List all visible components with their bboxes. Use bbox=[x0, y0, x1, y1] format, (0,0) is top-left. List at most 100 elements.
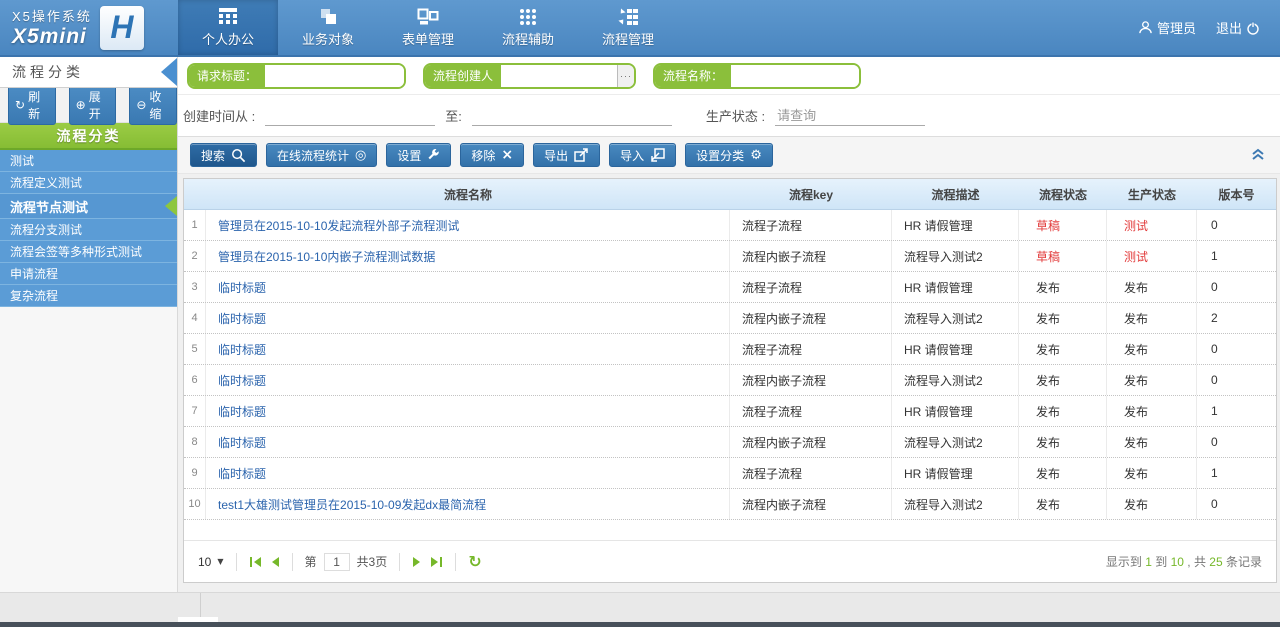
remove-button[interactable]: 移除 × bbox=[460, 143, 524, 167]
refresh-button[interactable]: ↻ 刷新 bbox=[8, 85, 56, 125]
user-icon bbox=[1138, 19, 1153, 37]
process-name-link[interactable]: 临时标题 bbox=[206, 396, 730, 426]
tab-process-assist[interactable]: 流程辅助 bbox=[478, 0, 578, 55]
user-area: 管理员 退出 bbox=[1138, 0, 1280, 55]
row-index: 3 bbox=[184, 272, 206, 302]
current-user[interactable]: 管理员 bbox=[1138, 18, 1196, 37]
process-name-link[interactable]: 临时标题 bbox=[206, 334, 730, 364]
col-version: 版本号 bbox=[1197, 186, 1276, 203]
logout-label: 退出 bbox=[1216, 18, 1242, 37]
process-desc-cell: 流程导入测试2 bbox=[892, 303, 1019, 333]
process-status-cell: 草稿 bbox=[1019, 210, 1107, 240]
table-row[interactable]: 8 临时标题 流程内嵌子流程 流程导入测试2 发布 发布 0 bbox=[184, 427, 1276, 458]
x5mini-app: X5操作系统 X5mini H 个人办公 业务对象 表单管理 流程辅助 流程管理… bbox=[0, 0, 1280, 627]
import-icon bbox=[650, 148, 665, 162]
tab-process-management[interactable]: 流程管理 bbox=[578, 0, 678, 55]
sidebar-collapse-arrow-icon[interactable] bbox=[161, 58, 177, 86]
process-key-cell: 流程内嵌子流程 bbox=[730, 365, 892, 395]
row-index: 6 bbox=[184, 365, 206, 395]
table-row[interactable]: 6 临时标题 流程内嵌子流程 流程导入测试2 发布 发布 0 bbox=[184, 365, 1276, 396]
process-desc-cell: HR 请假管理 bbox=[892, 272, 1019, 302]
row-index: 10 bbox=[184, 489, 206, 519]
left-sidebar: 流程分类 ↻ 刷新 ⊕ 展开 ⊖ 收缩 流程分类 测试 流程定义测试 流程节点测… bbox=[0, 57, 178, 592]
production-status-input[interactable] bbox=[775, 106, 925, 126]
sidebar-item[interactable]: 申请流程 bbox=[0, 263, 177, 285]
search-icon bbox=[231, 148, 246, 163]
table-row[interactable]: 5 临时标题 流程子流程 HR 请假管理 发布 发布 0 bbox=[184, 334, 1276, 365]
process-name-link[interactable]: 临时标题 bbox=[206, 427, 730, 457]
production-status-cell: 发布 bbox=[1107, 489, 1197, 519]
process-status-cell: 发布 bbox=[1019, 458, 1107, 488]
sidebar-item[interactable]: 流程会签等多种形式测试 bbox=[0, 241, 177, 263]
process-key-cell: 流程内嵌子流程 bbox=[730, 303, 892, 333]
table-row[interactable]: 7 临时标题 流程子流程 HR 请假管理 发布 发布 1 bbox=[184, 396, 1276, 427]
process-desc-cell: 流程导入测试2 bbox=[892, 365, 1019, 395]
row-index: 5 bbox=[184, 334, 206, 364]
table-row[interactable]: 10 test1大雄测试管理员在2015-10-09发起dx最简流程 流程内嵌子… bbox=[184, 489, 1276, 520]
process-name-field: 流程名称： bbox=[653, 63, 861, 89]
table-row[interactable]: 9 临时标题 流程子流程 HR 请假管理 发布 发布 1 bbox=[184, 458, 1276, 489]
row-index: 1 bbox=[184, 210, 206, 240]
table-row[interactable]: 4 临时标题 流程内嵌子流程 流程导入测试2 发布 发布 2 bbox=[184, 303, 1276, 334]
sidebar-item[interactable]: 测试 bbox=[0, 150, 177, 172]
import-button[interactable]: 导入 bbox=[609, 143, 676, 167]
user-name: 管理员 bbox=[1157, 18, 1196, 37]
set-category-button[interactable]: 设置分类 ⚙ bbox=[685, 143, 773, 167]
table-row[interactable]: 3 临时标题 流程子流程 HR 请假管理 发布 发布 0 bbox=[184, 272, 1276, 303]
process-name-link[interactable]: 管理员在2015-10-10内嵌子流程测试数据 bbox=[206, 241, 730, 271]
sidebar-item[interactable]: 流程分支测试 bbox=[0, 219, 177, 241]
online-process-stats-button[interactable]: 在线流程统计 ◎ bbox=[266, 143, 377, 167]
table-row[interactable]: 2 管理员在2015-10-10内嵌子流程测试数据 流程内嵌子流程 流程导入测试… bbox=[184, 241, 1276, 272]
table-row[interactable]: 1 管理员在2015-10-10发起流程外部子流程测试 流程子流程 HR 请假管… bbox=[184, 210, 1276, 241]
production-status-label: 生产状态 : bbox=[706, 106, 765, 125]
sidebar-item[interactable]: 复杂流程 bbox=[0, 285, 177, 307]
objects-icon bbox=[319, 7, 338, 25]
process-name-link[interactable]: 临时标题 bbox=[206, 303, 730, 333]
tab-form-management[interactable]: 表单管理 bbox=[378, 0, 478, 55]
page-word: 第 bbox=[305, 553, 317, 570]
process-name-link[interactable]: test1大雄测试管理员在2015-10-09发起dx最简流程 bbox=[206, 489, 730, 519]
first-page-button[interactable] bbox=[249, 556, 262, 568]
export-button[interactable]: 导出 bbox=[533, 143, 600, 167]
next-page-button[interactable] bbox=[412, 556, 423, 568]
process-creator-input[interactable] bbox=[501, 65, 617, 87]
panel-collapse-icon[interactable] bbox=[1250, 147, 1266, 167]
reload-grid-icon[interactable]: ↻ bbox=[468, 552, 481, 571]
process-name-link[interactable]: 临时标题 bbox=[206, 458, 730, 488]
sidebar-item[interactable]: 流程节点测试 bbox=[0, 194, 177, 219]
collapse-button[interactable]: ⊖ 收缩 bbox=[129, 85, 177, 125]
created-from-input[interactable] bbox=[265, 106, 435, 126]
request-title-input[interactable] bbox=[265, 65, 404, 87]
date-filter-row: 创建时间从 : 至: 生产状态 : bbox=[178, 95, 1280, 137]
process-desc-cell: HR 请假管理 bbox=[892, 396, 1019, 426]
records-summary: 显示到 1 到 10 , 共 25 条记录 bbox=[1106, 553, 1262, 570]
last-page-button[interactable] bbox=[430, 556, 443, 568]
flow-icon bbox=[618, 7, 639, 25]
tab-personal-office[interactable]: 个人办公 bbox=[178, 0, 278, 55]
settings-button[interactable]: 设置 bbox=[386, 143, 451, 167]
sidebar-item[interactable]: 流程定义测试 bbox=[0, 172, 177, 194]
search-button[interactable]: 搜索 bbox=[190, 143, 257, 167]
page-size-select[interactable]: 10 ▼ bbox=[198, 555, 224, 569]
tab-business-objects[interactable]: 业务对象 bbox=[278, 0, 378, 55]
production-status-cell: 发布 bbox=[1107, 365, 1197, 395]
creator-picker-button[interactable]: ··· bbox=[617, 65, 634, 87]
page-number-input[interactable] bbox=[324, 553, 350, 571]
expand-button[interactable]: ⊕ 展开 bbox=[69, 85, 117, 125]
version-cell: 0 bbox=[1197, 365, 1276, 395]
logout-button[interactable]: 退出 bbox=[1216, 18, 1260, 37]
process-desc-cell: HR 请假管理 bbox=[892, 458, 1019, 488]
created-to-input[interactable] bbox=[472, 106, 672, 126]
stats-icon: ◎ bbox=[355, 149, 366, 162]
version-cell: 0 bbox=[1197, 489, 1276, 519]
process-name-link[interactable]: 临时标题 bbox=[206, 272, 730, 302]
process-name-link[interactable]: 临时标题 bbox=[206, 365, 730, 395]
process-name-link[interactable]: 管理员在2015-10-10发起流程外部子流程测试 bbox=[206, 210, 730, 240]
version-cell: 2 bbox=[1197, 303, 1276, 333]
process-name-input[interactable] bbox=[731, 65, 859, 87]
prev-page-button[interactable] bbox=[269, 556, 280, 568]
breadcrumb: 流程分类 bbox=[0, 57, 177, 88]
row-index: 2 bbox=[184, 241, 206, 271]
version-cell: 0 bbox=[1197, 334, 1276, 364]
created-from-label: 创建时间从 : bbox=[183, 106, 255, 125]
